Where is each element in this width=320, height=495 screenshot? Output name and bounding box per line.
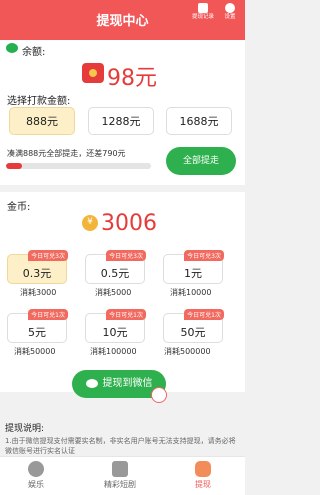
nav-label: 提现 bbox=[195, 480, 211, 489]
coin-option-value: 0.5元 bbox=[100, 267, 130, 280]
balance-label: 余额: bbox=[22, 47, 46, 58]
coin-consume: 消耗500000 bbox=[164, 347, 211, 356]
coin-consume: 消耗50000 bbox=[14, 347, 56, 356]
daily-limit-badge: 今日可兑1次 bbox=[106, 309, 146, 320]
amount-option-1288[interactable]: 1288元 bbox=[88, 107, 154, 135]
coin-option-value: 1元 bbox=[184, 267, 202, 280]
amount-option-1688[interactable]: 1688元 bbox=[166, 107, 232, 135]
bottom-nav: 娱乐 精彩短剧 提现 bbox=[0, 456, 245, 495]
daily-limit-badge: 今日可兑3次 bbox=[106, 250, 146, 261]
red-packet-icon bbox=[82, 63, 104, 83]
coin-option-3[interactable]: 今日可兑1次 5元 bbox=[7, 309, 68, 343]
coins-amount: 3006 bbox=[101, 211, 157, 236]
wallet-icon bbox=[195, 461, 211, 477]
wechat-icon bbox=[6, 43, 18, 53]
balance-amount: 98元 bbox=[107, 66, 157, 91]
withdraw-to-wechat-label: 提现到微信 bbox=[102, 378, 153, 389]
coins-label: 金币: bbox=[7, 202, 31, 213]
explanation-title: 提现说明: bbox=[5, 424, 45, 434]
withdraw-record-label: 提现记录 bbox=[191, 14, 214, 20]
progress-bar bbox=[6, 163, 151, 169]
daily-limit-badge: 今日可兑3次 bbox=[28, 250, 68, 261]
nav-item-short-drama[interactable]: 精彩短剧 bbox=[90, 461, 150, 490]
coin-option-4[interactable]: 今日可兑1次 10元 bbox=[85, 309, 146, 343]
coin-option-5[interactable]: 今日可兑1次 50元 bbox=[163, 309, 224, 343]
withdraw-all-button[interactable]: 全部提走 bbox=[166, 147, 236, 175]
daily-limit-badge: 今日可兑1次 bbox=[184, 309, 224, 320]
gear-icon bbox=[225, 3, 235, 13]
disc-icon bbox=[28, 461, 44, 477]
nav-item-entertainment[interactable]: 娱乐 bbox=[6, 461, 66, 490]
wechat-icon bbox=[85, 378, 98, 388]
choose-amount-label: 选择打款金额: bbox=[7, 96, 71, 107]
coin-option-value: 10元 bbox=[102, 326, 128, 339]
progress-note: 凑满888元全部提走，还差790元 bbox=[7, 149, 126, 158]
explanation-text: 1.由于微信提现支付需要实名制，非实名用户账号无法支持提现，请务必将微信账号进行… bbox=[5, 437, 236, 455]
coin-option-value: 5元 bbox=[28, 326, 46, 339]
nav-label: 精彩短剧 bbox=[104, 480, 136, 489]
settings-label: 设置 bbox=[224, 14, 236, 20]
play-video-icon bbox=[112, 461, 128, 477]
coin-consume: 消耗5000 bbox=[95, 288, 132, 297]
daily-limit-badge: 今日可兑3次 bbox=[184, 250, 224, 261]
nav-item-withdraw[interactable]: 提现 bbox=[173, 461, 233, 490]
nav-label: 娱乐 bbox=[28, 480, 44, 489]
coin-consume: 消耗10000 bbox=[170, 288, 212, 297]
coin-option-1[interactable]: 今日可兑3次 0.5元 bbox=[85, 250, 146, 284]
coin-consume: 消耗100000 bbox=[90, 347, 137, 356]
coin-consume: 消耗3000 bbox=[20, 288, 57, 297]
coin-option-value: 0.3元 bbox=[22, 267, 52, 280]
progress-fill bbox=[6, 163, 22, 169]
app-header: 提现中心 提现记录 设置 bbox=[0, 0, 245, 40]
coin-icon bbox=[82, 215, 98, 231]
daily-limit-badge: 今日可兑1次 bbox=[28, 309, 68, 320]
settings-button[interactable]: 设置 bbox=[217, 3, 243, 21]
document-icon bbox=[198, 3, 208, 13]
coin-option-0[interactable]: 今日可兑3次 0.3元 bbox=[7, 250, 68, 284]
amount-option-888[interactable]: 888元 bbox=[9, 107, 75, 135]
coin-option-value: 50元 bbox=[180, 326, 206, 339]
coin-option-2[interactable]: 今日可兑3次 1元 bbox=[163, 250, 224, 284]
withdraw-record-button[interactable]: 提现记录 bbox=[190, 3, 216, 21]
pointing-hand-icon bbox=[151, 387, 167, 403]
